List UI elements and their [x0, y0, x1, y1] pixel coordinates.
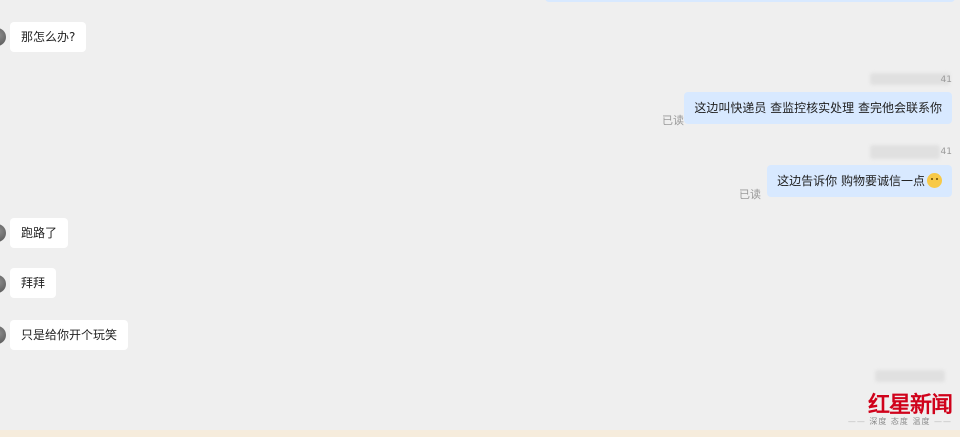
logo-main-text: 红星新闻 — [867, 392, 953, 418]
smiling-face-emoji-icon — [927, 173, 942, 188]
read-status: 已读 — [739, 188, 761, 201]
bottom-bar — [0, 430, 960, 437]
chat-window: 那怎么办? 41 已读 这边叫快递员 查监控核实处理 查完他会联系你 41 已读… — [0, 0, 960, 430]
message-text: 只是给你开个玩笑 — [21, 328, 118, 342]
message-text: 跑路了 — [21, 226, 58, 240]
news-watermark-logo: 红星新闻 深度 态度 温度 — [848, 392, 953, 427]
previous-message-bubble — [545, 0, 955, 2]
outgoing-message: 这边叫快递员 查监控核实处理 查完他会联系你 — [684, 92, 952, 124]
outgoing-message: 这边告诉你 购物要诚信一点 — [767, 165, 952, 197]
message-text: 那怎么办? — [21, 30, 76, 44]
incoming-message: 那怎么办? — [10, 22, 87, 52]
timestamp: 41 — [940, 147, 952, 157]
message-text: 这边叫快递员 查监控核实处理 查完他会联系你 — [694, 101, 942, 115]
contact-avatar[interactable] — [0, 28, 6, 46]
message-text: 拜拜 — [21, 276, 46, 290]
contact-avatar[interactable] — [0, 275, 6, 293]
incoming-message: 拜拜 — [10, 268, 57, 298]
contact-avatar[interactable] — [0, 224, 6, 242]
blurred-sender-info — [870, 73, 950, 85]
incoming-message: 跑路了 — [10, 218, 69, 248]
message-text: 这边告诉你 购物要诚信一点 — [777, 174, 925, 188]
blurred-sender-info — [875, 370, 945, 382]
blurred-sender-info — [870, 145, 940, 159]
contact-avatar[interactable] — [0, 326, 6, 344]
logo-tagline: 深度 态度 温度 — [848, 417, 952, 427]
timestamp: 41 — [940, 75, 952, 85]
read-status: 已读 — [662, 114, 684, 127]
incoming-message: 只是给你开个玩笑 — [10, 320, 129, 350]
